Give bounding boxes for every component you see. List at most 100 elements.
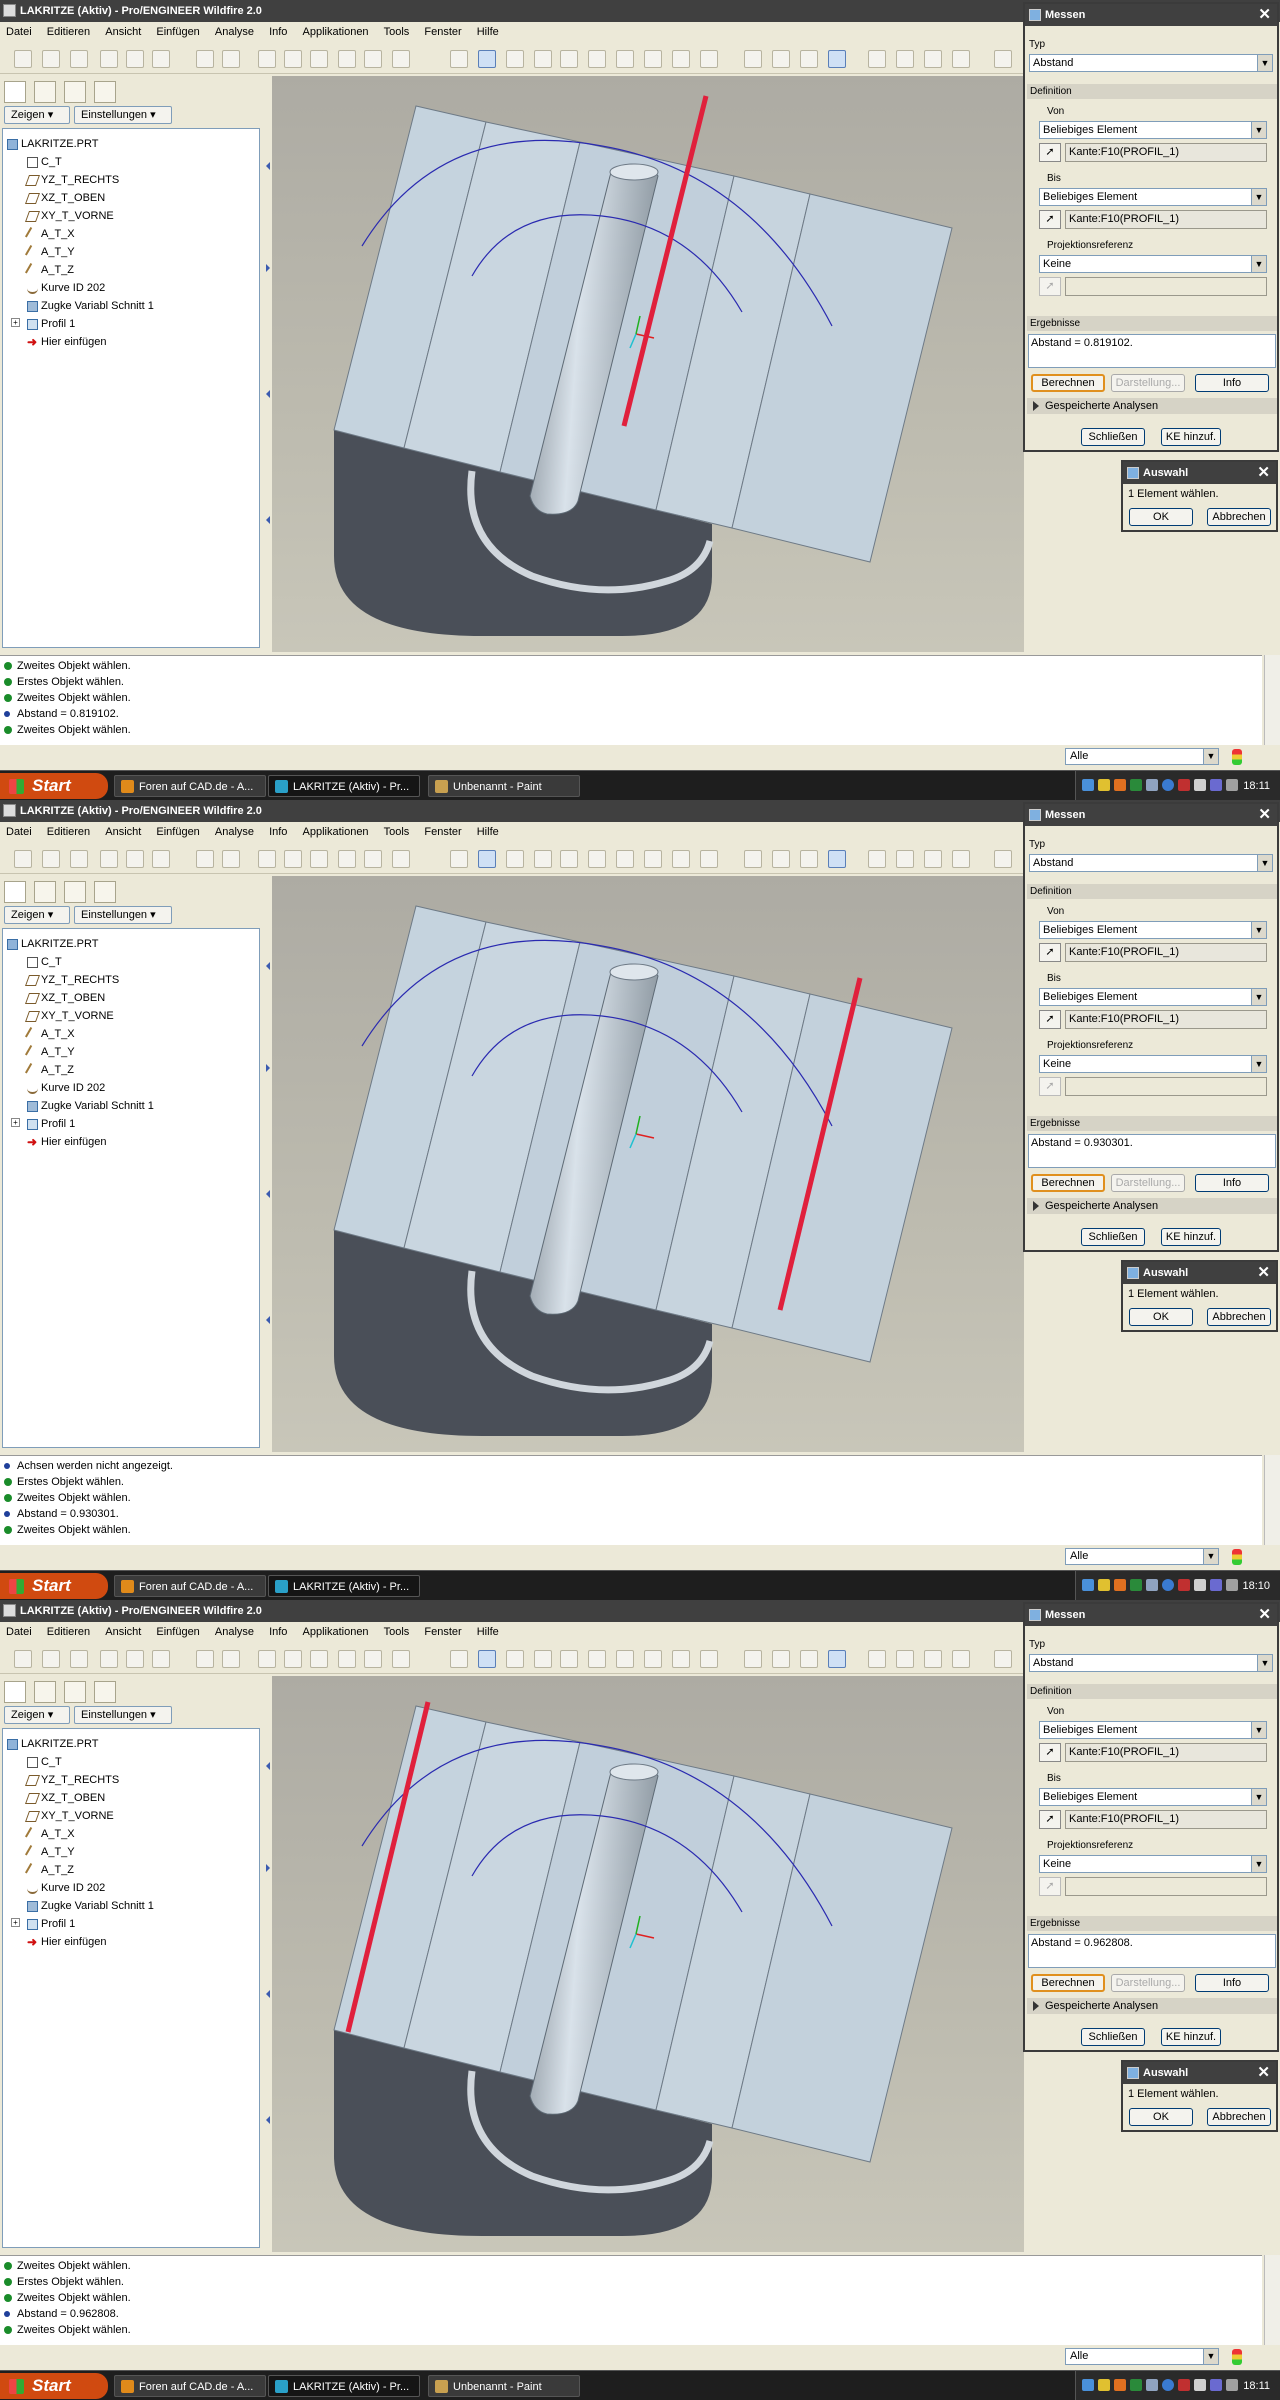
reorient-icon[interactable] <box>616 1650 634 1668</box>
folder-browser-tab-icon[interactable] <box>34 1681 56 1703</box>
regenerate-icon[interactable] <box>152 1650 170 1668</box>
open-file-icon[interactable] <box>42 1650 60 1668</box>
select-box-icon[interactable] <box>392 50 410 68</box>
regenerate-model-icon[interactable] <box>338 850 356 868</box>
layers-icon[interactable] <box>672 850 690 868</box>
tray-messenger-icon[interactable] <box>1098 2379 1110 2391</box>
tray-printer-icon[interactable] <box>1226 779 1238 791</box>
3d-graphics-window[interactable] <box>272 876 1024 1452</box>
new-file-icon[interactable] <box>14 850 32 868</box>
datum-planes-icon[interactable] <box>868 850 886 868</box>
ok-button[interactable]: OK <box>1129 508 1193 526</box>
tree-item-sweep[interactable]: Zugke Variabl Schnitt 1 <box>27 1097 154 1115</box>
close-icon[interactable]: ✕ <box>1257 1262 1270 1284</box>
undo-icon[interactable] <box>196 50 214 68</box>
copy-icon[interactable] <box>284 50 302 68</box>
tree-item-insert-here[interactable]: ➜ Hier einfügen <box>27 333 106 351</box>
print-icon[interactable] <box>100 850 118 868</box>
display-button[interactable]: Darstellung... <box>1111 374 1185 392</box>
menu-einfuegen[interactable]: Einfügen <box>150 1622 205 1642</box>
projection-select[interactable]: Keine ▼ <box>1039 1055 1267 1073</box>
paste-icon[interactable] <box>310 850 328 868</box>
email-icon[interactable] <box>126 1650 144 1668</box>
cut-icon[interactable] <box>258 1650 276 1668</box>
display-button[interactable]: Darstellung... <box>1111 1974 1185 1992</box>
to-element-select[interactable]: Beliebiges Element ▼ <box>1039 988 1267 1006</box>
tree-item-plane[interactable]: YZ_T_RECHTS <box>24 971 119 989</box>
type-select[interactable]: Abstand ▼ <box>1029 854 1273 872</box>
menu-applikationen[interactable]: Applikationen <box>297 1622 375 1642</box>
saved-analyses-header[interactable]: Gespeicherte Analysen <box>1027 1998 1277 2014</box>
tree-item-axis[interactable]: A_T_Z <box>24 261 74 279</box>
close-icon[interactable]: ✕ <box>1257 462 1270 484</box>
taskbar-button[interactable]: LAKRITZE (Aktiv) - Pr... <box>268 775 420 797</box>
tray-globe-icon[interactable] <box>1162 2379 1174 2391</box>
menu-datei[interactable]: Datei <box>0 822 38 842</box>
show-menu-button[interactable]: Zeigen ▾ <box>4 906 70 924</box>
tray-globe-icon[interactable] <box>1162 779 1174 791</box>
tray-messenger-icon[interactable] <box>1098 779 1110 791</box>
cut-icon[interactable] <box>258 50 276 68</box>
settings-menu-button[interactable]: Einstellungen ▾ <box>74 1706 172 1724</box>
orient-mode-icon[interactable] <box>506 1650 524 1668</box>
cancel-button[interactable]: Abbrechen <box>1207 2108 1271 2126</box>
copy-icon[interactable] <box>284 850 302 868</box>
regenerate-model-icon[interactable] <box>338 50 356 68</box>
menu-hilfe[interactable]: Hilfe <box>471 1622 505 1642</box>
model-tree-tab-icon[interactable] <box>4 1681 26 1703</box>
zoom-out-icon[interactable] <box>560 850 578 868</box>
datum-axes-icon[interactable] <box>896 50 914 68</box>
tree-item-curve[interactable]: Kurve ID 202 <box>27 1879 105 1897</box>
selection-filter[interactable]: Alle ▼ <box>1065 748 1219 765</box>
favorites-tab-icon[interactable] <box>64 81 86 103</box>
expand-toggle-icon[interactable]: + <box>11 1918 20 1927</box>
tray-search-icon[interactable] <box>1194 2379 1206 2391</box>
menu-fenster[interactable]: Fenster <box>418 822 467 842</box>
menu-ansicht[interactable]: Ansicht <box>99 22 147 42</box>
3d-graphics-window[interactable] <box>272 1676 1024 2252</box>
tree-item-sweep[interactable]: Zugke Variabl Schnitt 1 <box>27 1897 154 1915</box>
message-scrollbar[interactable] <box>1264 2255 1280 2345</box>
menu-editieren[interactable]: Editieren <box>41 1622 96 1642</box>
print-icon[interactable] <box>100 50 118 68</box>
tray-printer-icon[interactable] <box>1226 1579 1238 1591</box>
close-icon[interactable]: ✕ <box>1258 1604 1271 1626</box>
new-file-icon[interactable] <box>14 1650 32 1668</box>
spin-center-icon[interactable] <box>478 1650 496 1668</box>
folder-browser-tab-icon[interactable] <box>34 81 56 103</box>
menu-einfuegen[interactable]: Einfügen <box>150 22 205 42</box>
tree-item-plane[interactable]: XZ_T_OBEN <box>24 989 105 1007</box>
open-file-icon[interactable] <box>42 50 60 68</box>
selection-filter[interactable]: Alle ▼ <box>1065 1548 1219 1565</box>
new-file-icon[interactable] <box>14 50 32 68</box>
model-tree-tab-icon[interactable] <box>4 881 26 903</box>
cancel-button[interactable]: Abbrechen <box>1207 1308 1271 1326</box>
menu-editieren[interactable]: Editieren <box>41 22 96 42</box>
datum-planes-icon[interactable] <box>868 1650 886 1668</box>
expand-toggle-icon[interactable]: + <box>11 318 20 327</box>
taskbar-button[interactable]: Foren auf CAD.de - A... <box>114 775 266 797</box>
save-icon[interactable] <box>70 50 88 68</box>
to-element-select[interactable]: Beliebiges Element ▼ <box>1039 1788 1267 1806</box>
find-icon[interactable] <box>364 50 382 68</box>
type-select[interactable]: Abstand ▼ <box>1029 54 1273 72</box>
context-help-icon[interactable] <box>994 850 1012 868</box>
from-element-select[interactable]: Beliebiges Element ▼ <box>1039 1721 1267 1739</box>
tree-item-profile[interactable]: Profil 1 <box>27 1915 75 1933</box>
close-icon[interactable]: ✕ <box>1258 4 1271 26</box>
projection-pick-button[interactable]: ➚ <box>1039 1877 1061 1896</box>
projection-pick-button[interactable]: ➚ <box>1039 1077 1061 1096</box>
no-hidden-icon[interactable] <box>800 50 818 68</box>
cancel-button[interactable]: Abbrechen <box>1207 508 1271 526</box>
tree-item-axis[interactable]: A_T_X <box>24 1025 75 1043</box>
save-icon[interactable] <box>70 1650 88 1668</box>
no-hidden-icon[interactable] <box>800 850 818 868</box>
menu-analyse[interactable]: Analyse <box>209 1622 260 1642</box>
layers-icon[interactable] <box>672 50 690 68</box>
menu-hilfe[interactable]: Hilfe <box>471 22 505 42</box>
tray-antivirus-icon[interactable] <box>1130 1579 1142 1591</box>
menu-info[interactable]: Info <box>263 1622 293 1642</box>
info-button[interactable]: Info <box>1195 1174 1269 1192</box>
no-hidden-icon[interactable] <box>800 1650 818 1668</box>
from-pick-button[interactable]: ➚ <box>1039 143 1061 162</box>
